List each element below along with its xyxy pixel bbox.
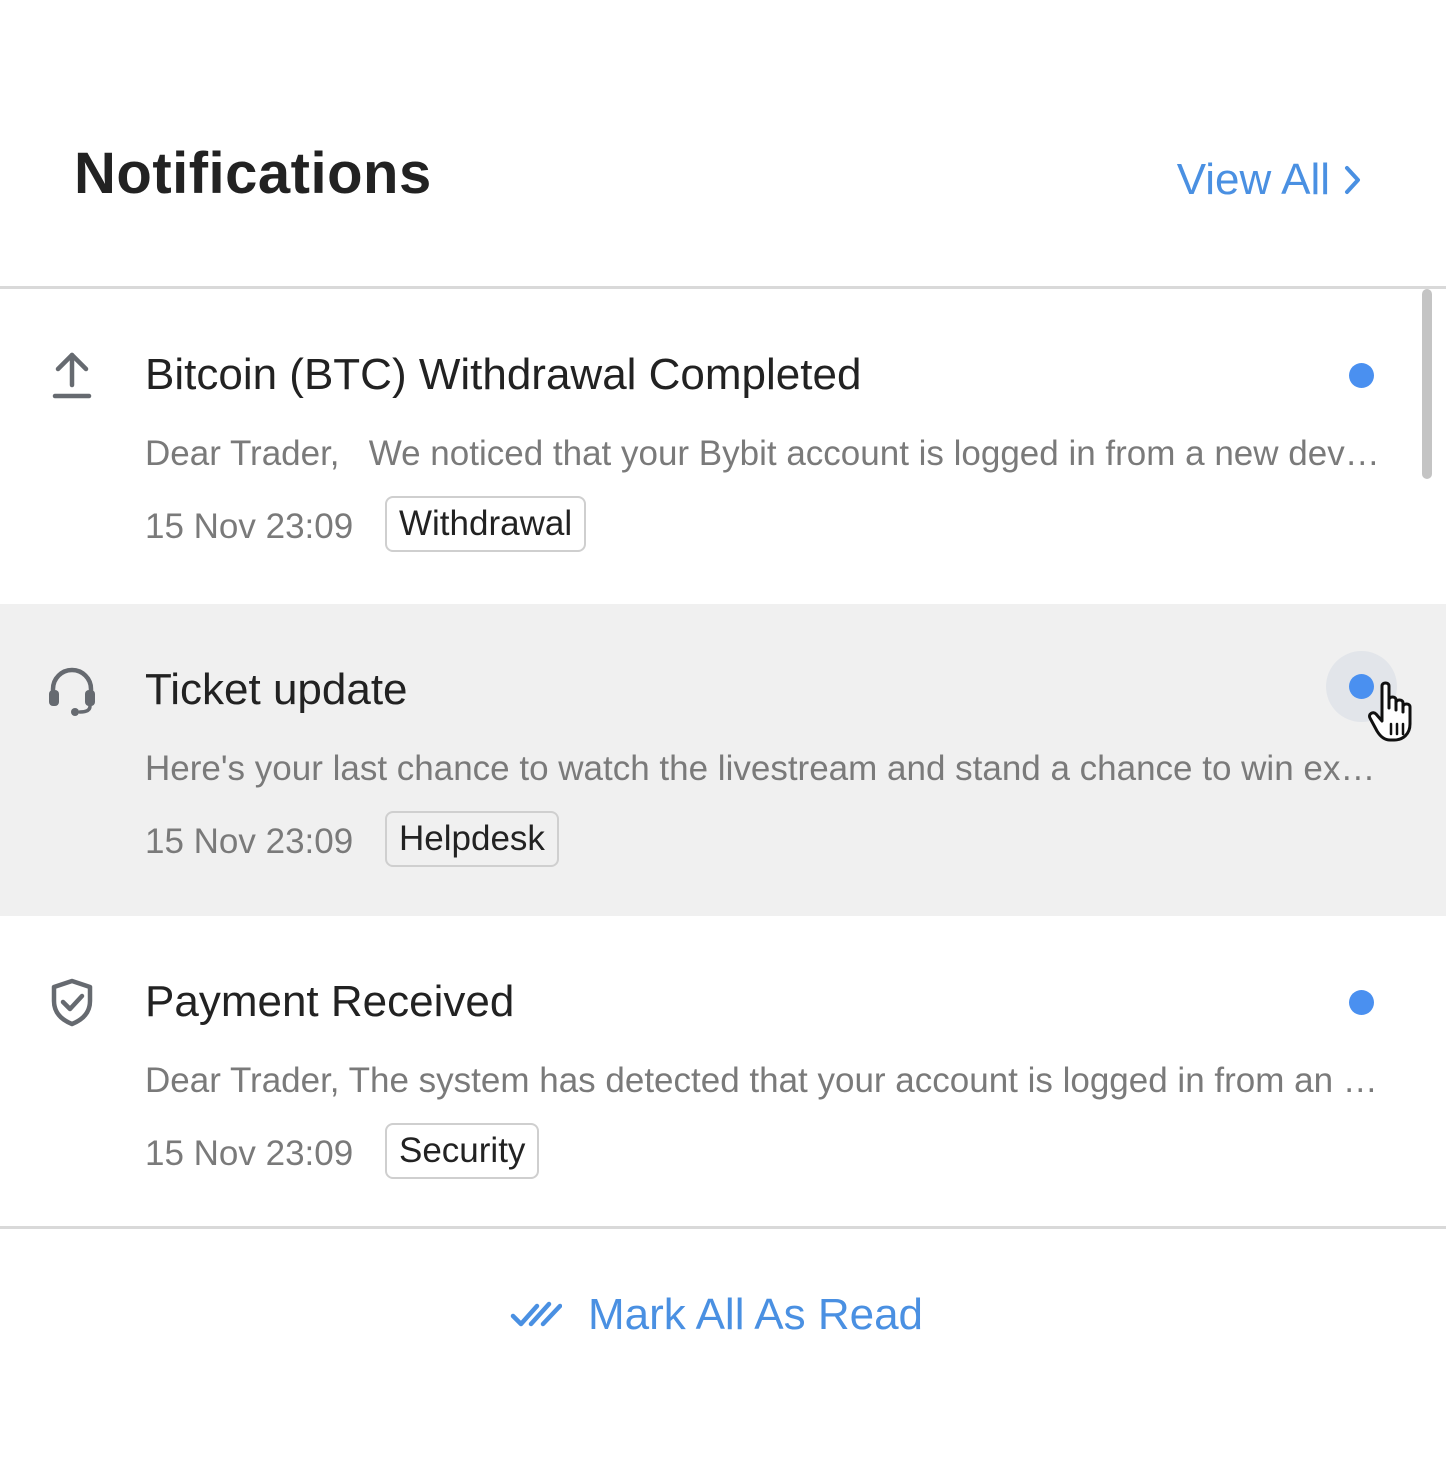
headset-icon — [44, 662, 100, 718]
mark-all-read-label: Mark All As Read — [588, 1290, 924, 1339]
notifications-panel: Notifications View All Bitcoin (BTC) Wit… — [0, 0, 1446, 1467]
notification-time: 15 Nov 23:09 — [145, 507, 354, 546]
panel-footer: Mark All As Read — [0, 1229, 1446, 1467]
upload-arrow-icon — [44, 347, 100, 403]
chevron-right-icon — [1344, 165, 1362, 195]
notification-item[interactable]: Bitcoin (BTC) Withdrawal Completed Dear … — [0, 289, 1446, 601]
notification-list[interactable]: Bitcoin (BTC) Withdrawal Completed Dear … — [0, 289, 1446, 1226]
mark-all-read-button[interactable]: Mark All As Read — [510, 1285, 923, 1345]
unread-dot-hovered[interactable] — [1349, 674, 1374, 699]
category-tag: Withdrawal — [385, 496, 587, 552]
notification-body: Dear Trader, The system has detected tha… — [145, 1061, 1385, 1100]
view-all-link[interactable]: View All — [1177, 150, 1362, 210]
notification-item[interactable]: Payment Received Dear Trader, The system… — [0, 916, 1446, 1226]
category-tag: Security — [385, 1123, 540, 1179]
notification-time: 15 Nov 23:09 — [145, 1134, 354, 1173]
notification-title: Payment Received — [145, 977, 515, 1026]
view-all-label: View All — [1176, 155, 1330, 204]
panel-header: Notifications View All — [0, 0, 1446, 286]
scrollbar[interactable] — [1421, 289, 1435, 1226]
category-tag: Helpdesk — [385, 811, 559, 867]
unread-dot[interactable] — [1349, 990, 1374, 1015]
notification-body: Here's your last chance to watch the liv… — [145, 749, 1385, 788]
notification-item[interactable]: Ticket update Here's your last chance to… — [0, 604, 1446, 916]
page-title: Notifications — [74, 141, 432, 206]
scrollbar-thumb[interactable] — [1422, 289, 1432, 479]
notification-title: Bitcoin (BTC) Withdrawal Completed — [145, 350, 862, 399]
notification-time: 15 Nov 23:09 — [145, 822, 354, 861]
unread-dot[interactable] — [1349, 363, 1374, 388]
notification-title: Ticket update — [145, 665, 408, 714]
double-check-icon — [510, 1300, 562, 1330]
notification-body: Dear Trader, We noticed that your Bybit … — [145, 434, 1385, 473]
shield-check-icon — [44, 974, 100, 1030]
